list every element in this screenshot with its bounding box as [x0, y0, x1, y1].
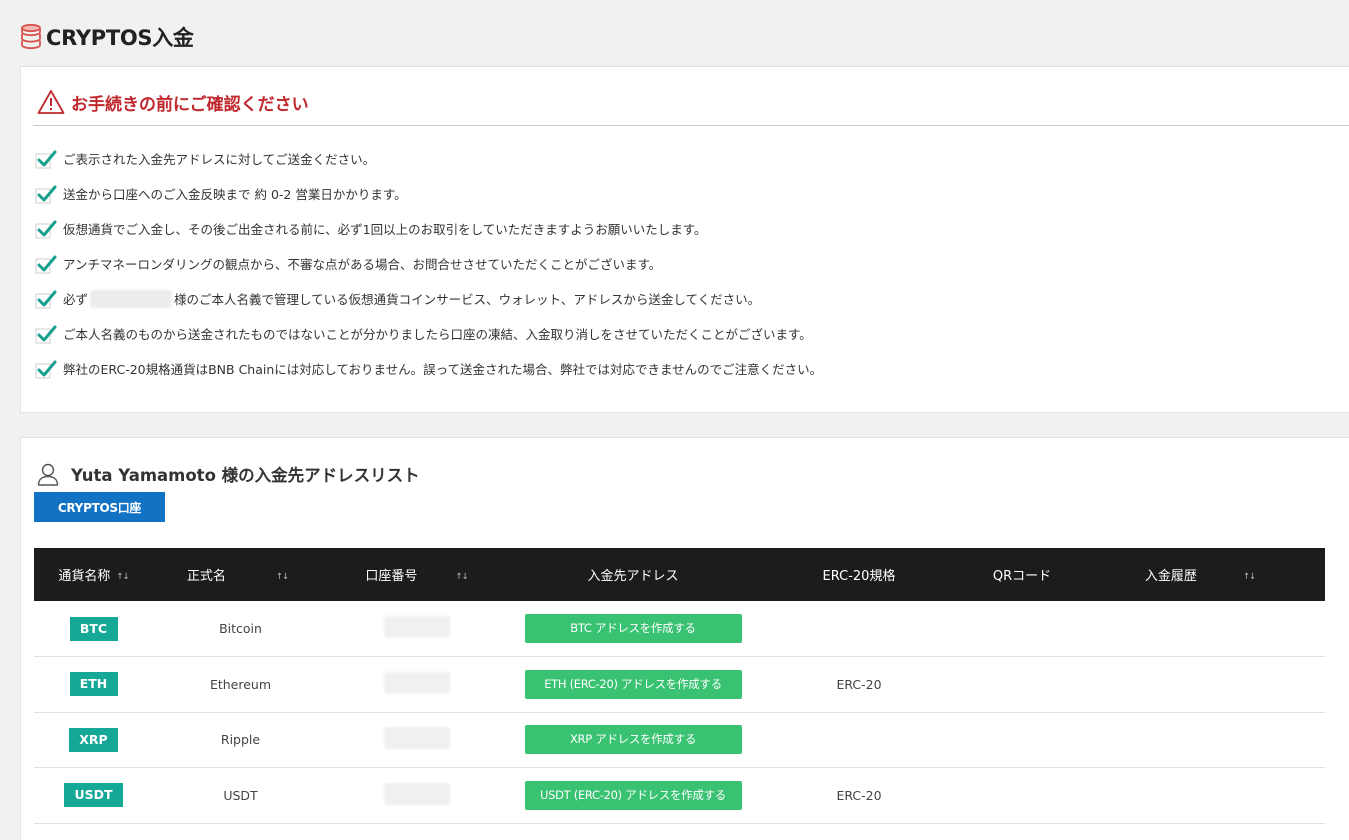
notice-divider [33, 125, 1349, 126]
column-label: QRコード [992, 569, 1052, 584]
history-cell [1087, 768, 1325, 824]
checkbox-checked-icon [35, 255, 57, 273]
erc20-value: ERC-20 [836, 676, 882, 692]
notice-item-text: ご本人名義のものから送金されたものではないことが分かりましたら口座の凍結、入金取… [63, 327, 812, 342]
history-cell [1087, 657, 1325, 713]
history-cell [1087, 601, 1325, 657]
history-cell [1087, 712, 1325, 768]
sort-icon[interactable]: ↑↓ [455, 572, 468, 582]
column-header-history[interactable]: 入金履歴 ↑↓ [1087, 548, 1325, 601]
page-header: CRYPTOS入金 [20, 22, 194, 52]
page-title: CRYPTOS入金 [46, 26, 194, 50]
address-list-heading: Yuta Yamamoto 様の入金先アドレスリスト [37, 462, 420, 486]
create-usdt-address-button[interactable]: USDT (ERC-20) アドレスを作成する [524, 780, 742, 810]
currency-name: Ethereum [209, 676, 272, 692]
qr-cell [957, 768, 1087, 824]
redacted-name [90, 289, 173, 308]
notice-item-text: 仮想通貨でご入金し、その後ご出金される前に、必ず1回以上のお取引をしていただきま… [63, 222, 707, 237]
notice-item-text-before: 必ず [63, 292, 89, 307]
warning-icon [37, 90, 65, 114]
notice-heading: お手続きの前にご確認ください [37, 89, 309, 115]
account-number-redacted [383, 616, 450, 638]
create-btc-address-button[interactable]: BTC アドレスを作成する [524, 614, 742, 643]
table-header-row: 通貨名称 ↑↓ 正式名 ↑↓ 口座番号 ↑↓ 入金先アドレス ERC-20規格 QRコ… [34, 548, 1325, 601]
column-header-qr: QRコード [957, 548, 1087, 601]
checkbox-checked-icon [35, 325, 57, 343]
column-label: 口座番号 [365, 569, 418, 584]
column-header-name[interactable]: 正式名 ↑↓ [153, 548, 328, 601]
notice-item: ご本人名義のものから送金されたものではないことが分かりましたら口座の凍結、入金取… [35, 316, 822, 351]
address-table: 通貨名称 ↑↓ 正式名 ↑↓ 口座番号 ↑↓ 入金先アドレス ERC-20規格 QRコ… [34, 548, 1325, 824]
table-row: XRP Ripple XRP アドレスを作成する [34, 712, 1325, 768]
qr-cell [957, 657, 1087, 713]
currency-badge: ETH [69, 672, 118, 697]
currency-badge: BTC [69, 616, 118, 641]
column-header-currency[interactable]: 通貨名称 ↑↓ [34, 548, 153, 601]
coins-icon [21, 23, 41, 50]
currency-badge: USDT [64, 783, 123, 808]
notice-item-text: 弊社のERC-20規格通貨はBNB Chainには対応しておりません。誤って送金… [63, 362, 823, 377]
column-header-account[interactable]: 口座番号 ↑↓ [328, 548, 505, 601]
account-number-redacted [383, 782, 450, 805]
notice-title: お手続きの前にご確認ください [71, 94, 309, 115]
qr-cell [957, 601, 1087, 657]
currency-badge: XRP [69, 727, 118, 752]
notice-checklist: ご表示された入金先アドレスに対してご送金ください。 送金から口座へのご入金反映ま… [35, 141, 822, 386]
checkbox-checked-icon [35, 185, 57, 203]
column-header-address: 入金先アドレス [505, 548, 761, 601]
table-row: ETH Ethereum ETH (ERC-20) アドレスを作成する ERC-… [34, 657, 1325, 713]
column-header-erc20: ERC-20規格 [761, 548, 957, 601]
currency-name: Bitcoin [219, 621, 262, 636]
checkbox-checked-icon [35, 220, 57, 238]
column-label: 正式名 [186, 569, 226, 584]
notice-item-text: ご表示された入金先アドレスに対してご送金ください。 [63, 152, 376, 167]
checkbox-checked-icon [35, 290, 57, 308]
column-label: 通貨名称 [58, 569, 111, 584]
checkbox-checked-icon [35, 150, 57, 168]
create-eth-address-button[interactable]: ETH (ERC-20) アドレスを作成する [524, 669, 742, 699]
notice-item-text: 送金から口座へのご入金反映まで 約 0-2 営業日かかります。 [63, 187, 407, 202]
tab-cryptos-account[interactable]: CRYPTOS口座 [34, 492, 165, 522]
column-label: 入金履歴 [1144, 569, 1197, 584]
notice-item-text-after: 様のご本人名義で管理している仮想通貨コインサービス、ウォレット、アドレスから送金… [174, 292, 761, 307]
notice-item: 必ず 様のご本人名義で管理している仮想通貨コインサービス、ウォレット、アドレスか… [35, 281, 822, 316]
column-label: ERC-20規格 [822, 569, 896, 584]
create-xrp-address-button[interactable]: XRP アドレスを作成する [524, 725, 742, 755]
notice-panel: お手続きの前にご確認ください ご表示された入金先アドレスに対してご送金ください。… [20, 66, 1349, 413]
column-label: 入金先アドレス [587, 569, 679, 584]
notice-item: アンチマネーロンダリングの観点から、不審な点がある場合、お問合せさせていただくこ… [35, 246, 822, 281]
account-number-redacted [383, 727, 450, 750]
notice-item: ご表示された入金先アドレスに対してご送金ください。 [35, 141, 822, 176]
user-icon [37, 463, 59, 486]
currency-name: USDT [223, 787, 258, 803]
currency-name: Ripple [220, 732, 261, 748]
table-row: BTC Bitcoin BTC アドレスを作成する [34, 601, 1325, 657]
sort-icon[interactable]: ↑↓ [276, 572, 289, 582]
table-row: USDT USDT USDT (ERC-20) アドレスを作成する ERC-20 [34, 768, 1325, 824]
erc20-value: ERC-20 [836, 787, 882, 803]
sort-icon[interactable]: ↑↓ [1243, 572, 1256, 582]
checkbox-checked-icon [35, 360, 57, 378]
notice-item: 仮想通貨でご入金し、その後ご出金される前に、必ず1回以上のお取引をしていただきま… [35, 211, 822, 246]
address-list-title: Yuta Yamamoto 様の入金先アドレスリスト [71, 466, 420, 485]
qr-cell [957, 712, 1087, 768]
notice-item-text: アンチマネーロンダリングの観点から、不審な点がある場合、お問合せさせていただくこ… [63, 257, 662, 272]
notice-item: 送金から口座へのご入金反映まで 約 0-2 営業日かかります。 [35, 176, 822, 211]
address-list-panel: Yuta Yamamoto 様の入金先アドレスリスト CRYPTOS口座 通貨名… [20, 437, 1349, 840]
account-number-redacted [383, 671, 450, 694]
sort-icon[interactable]: ↑↓ [116, 572, 129, 582]
notice-item: 弊社のERC-20規格通貨はBNB Chainには対応しておりません。誤って送金… [35, 351, 822, 386]
